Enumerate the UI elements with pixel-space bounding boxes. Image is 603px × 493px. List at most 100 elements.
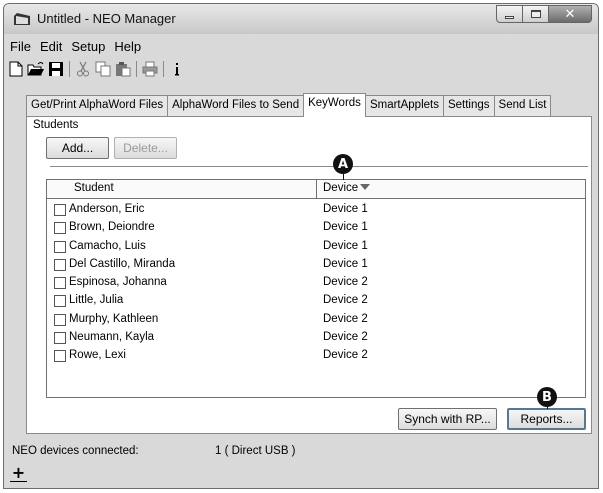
reports-button[interactable]: Reports... <box>507 408 586 430</box>
menu-bar: File Edit Setup Help <box>4 38 146 58</box>
window-title: Untitled - NEO Manager <box>37 11 176 26</box>
new-icon <box>9 61 23 77</box>
add-student-button[interactable]: Add... <box>46 137 109 159</box>
window-controls: ✕ <box>496 5 592 23</box>
maximize-button[interactable] <box>522 5 549 23</box>
student-rows: Anderson, Eric Device 1 Brown, Deiondre De… <box>47 202 585 367</box>
student-name: Neumann, Kayla <box>69 331 155 344</box>
tab-keywords[interactable]: KeyWords <box>303 93 366 117</box>
student-checkbox[interactable] <box>54 204 66 216</box>
menu-setup[interactable]: Setup <box>67 38 110 58</box>
menu-file[interactable]: File <box>6 38 36 58</box>
about-button[interactable] <box>167 59 187 79</box>
students-section-label: Students <box>33 119 79 131</box>
cut-icon <box>77 61 89 77</box>
expand-button[interactable]: + <box>10 464 27 481</box>
callout-b: B <box>537 387 557 407</box>
tab-smartapplets[interactable]: SmartApplets <box>364 95 444 116</box>
callout-a: A <box>333 154 353 174</box>
table-row[interactable]: Neumann, Kayla Device 2 <box>47 330 585 348</box>
student-checkbox[interactable] <box>54 313 66 326</box>
table-row[interactable]: Murphy, Kathleen Device 2 <box>47 312 585 330</box>
callout-b-leader <box>547 407 548 409</box>
toolbar <box>6 58 187 80</box>
student-name: Camacho, Luis <box>69 239 146 252</box>
student-name: Del Castillo, Miranda <box>69 257 176 270</box>
student-device: Device 2 <box>323 276 368 289</box>
app-icon <box>14 13 30 25</box>
save-icon <box>49 62 63 76</box>
student-list: Student Device Anderson, Eric Device 1 Br… <box>46 179 586 398</box>
student-name: Anderson, Eric <box>69 203 145 215</box>
save-button[interactable] <box>46 59 66 79</box>
column-header-student-label: Student <box>74 182 114 194</box>
copy-icon <box>95 61 111 77</box>
maximize-icon <box>530 10 541 18</box>
tab-settings[interactable]: Settings <box>442 95 495 116</box>
student-device: Device 2 <box>323 294 368 307</box>
student-checkbox[interactable] <box>54 258 66 271</box>
print-icon <box>142 61 158 77</box>
table-row[interactable]: Anderson, Eric Device 1 <box>47 202 585 220</box>
table-row[interactable]: Camacho, Luis Device 1 <box>47 239 585 257</box>
open-icon <box>27 62 44 76</box>
close-button[interactable]: ✕ <box>548 5 592 23</box>
section-divider <box>50 166 588 167</box>
student-checkbox[interactable] <box>54 240 66 253</box>
toolbar-separator <box>163 61 164 77</box>
new-button[interactable] <box>6 59 26 79</box>
minimize-icon <box>505 15 514 19</box>
info-icon <box>175 63 179 76</box>
student-checkbox[interactable] <box>54 350 66 363</box>
paste-button[interactable] <box>113 59 133 79</box>
sort-descending-icon <box>360 184 371 190</box>
paste-icon <box>116 62 131 77</box>
cut-button[interactable] <box>73 59 93 79</box>
student-device: Device 1 <box>323 203 368 215</box>
table-row[interactable]: Rowe, Lexi Device 2 <box>47 348 585 366</box>
delete-student-button[interactable]: Delete... <box>114 137 177 159</box>
student-checkbox[interactable] <box>54 222 66 235</box>
student-device: Device 1 <box>323 257 368 270</box>
title-bar[interactable]: Untitled - NEO Manager ✕ <box>4 4 598 34</box>
student-device: Device 2 <box>323 312 368 325</box>
callout-a-leader <box>343 174 344 180</box>
student-checkbox[interactable] <box>54 277 66 290</box>
student-name: Espinosa, Johanna <box>69 276 167 289</box>
student-checkbox[interactable] <box>54 295 66 308</box>
student-device: Device 1 <box>323 221 368 234</box>
column-header-student[interactable]: Student <box>47 180 317 198</box>
table-row[interactable]: Little, Julia Device 2 <box>47 293 585 311</box>
column-header-device-label: Device <box>323 182 359 194</box>
table-row[interactable]: Del Castillo, Miranda Device 1 <box>47 257 585 275</box>
open-button[interactable] <box>26 59 46 79</box>
student-device: Device 2 <box>323 349 368 362</box>
copy-button[interactable] <box>93 59 113 79</box>
student-name: Rowe, Lexi <box>69 349 126 362</box>
tab-get-print-alphaword-files[interactable]: Get/Print AlphaWord Files <box>26 95 169 116</box>
toolbar-separator <box>136 61 137 77</box>
menu-help[interactable]: Help <box>110 38 146 58</box>
tab-alphaword-files-to-send[interactable]: AlphaWord Files to Send <box>167 95 305 116</box>
synch-with-rp-button[interactable]: Synch with RP... <box>398 408 497 430</box>
table-row[interactable]: Espinosa, Johanna Device 2 <box>47 275 585 293</box>
student-name: Murphy, Kathleen <box>69 312 159 325</box>
student-checkbox[interactable] <box>54 332 66 345</box>
minimize-button[interactable] <box>496 5 523 23</box>
list-header: Student Device <box>47 180 585 199</box>
status-devices-value: 1 ( Direct USB ) <box>215 445 296 457</box>
column-header-device[interactable]: Device <box>317 180 585 198</box>
student-name: Brown, Deiondre <box>69 221 155 234</box>
student-device: Device 2 <box>323 331 368 344</box>
toolbar-separator <box>69 61 70 77</box>
keywords-panel: Students Add... Delete... Student Device… <box>26 116 592 434</box>
table-row[interactable]: Brown, Deiondre Device 1 <box>47 220 585 238</box>
tab-strip: Get/Print AlphaWord Files AlphaWord File… <box>26 93 552 117</box>
tab-send-list[interactable]: Send List <box>493 95 552 116</box>
menu-edit[interactable]: Edit <box>36 38 67 58</box>
student-device: Device 1 <box>323 239 368 252</box>
status-devices-label: NEO devices connected: <box>12 445 139 457</box>
student-name: Little, Julia <box>69 294 124 307</box>
print-button[interactable] <box>140 59 160 79</box>
neo-manager-window: Untitled - NEO Manager ✕ File Edit Setup… <box>3 3 599 489</box>
